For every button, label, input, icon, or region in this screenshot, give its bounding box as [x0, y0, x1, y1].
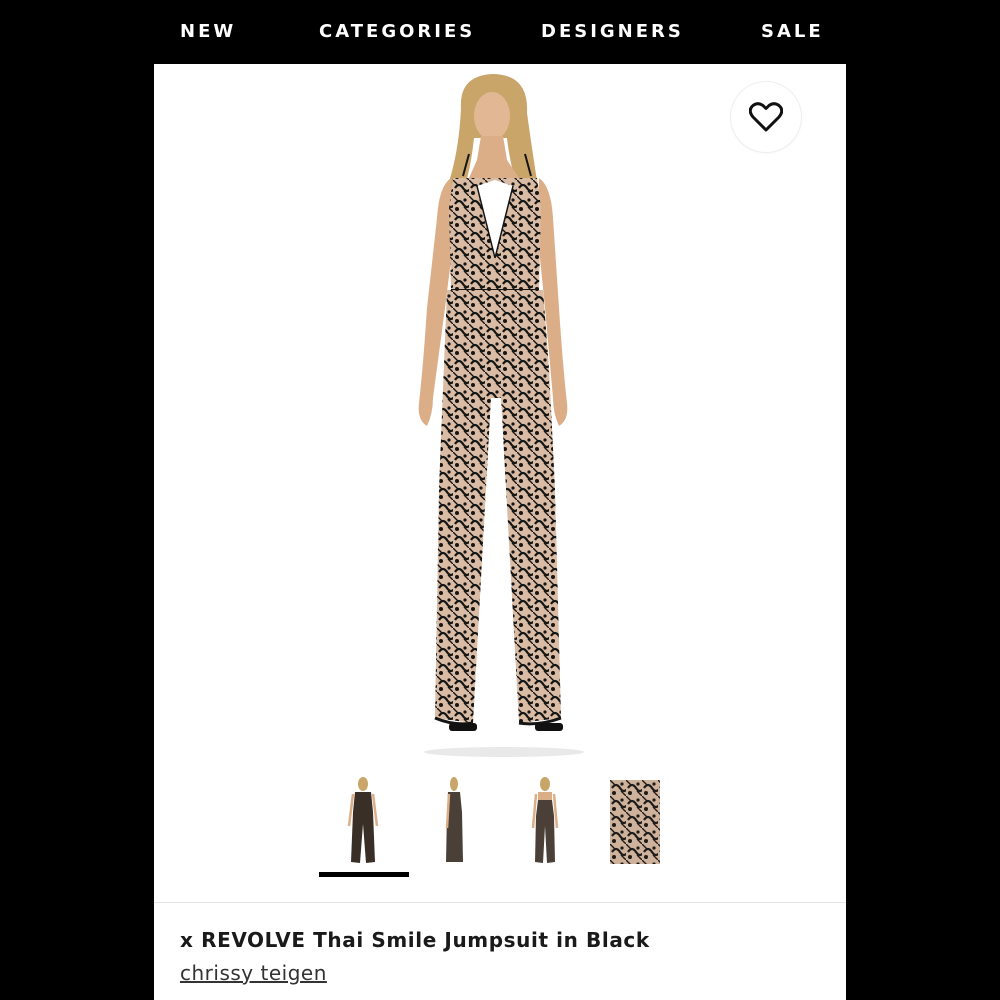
thumbnail-front[interactable] [335, 776, 391, 866]
nav-item-designers[interactable]: DESIGNERS [541, 20, 684, 44]
thumbnail-fabric-detail[interactable] [610, 780, 660, 864]
top-navigation: NEW CATEGORIES DESIGNERS SALE [154, 0, 846, 64]
product-main-image[interactable] [389, 68, 599, 758]
nav-item-categories[interactable]: CATEGORIES [319, 20, 475, 44]
active-thumbnail-indicator [319, 872, 409, 877]
heart-outline-icon [749, 102, 783, 132]
thumbnail-side[interactable] [427, 776, 483, 866]
product-page: x REVOLVE Thai Smile Jumpsuit in Black c… [154, 64, 846, 1000]
nav-item-new[interactable]: NEW [180, 20, 236, 44]
designer-link[interactable]: chrissy teigen [180, 961, 327, 985]
app-frame: NEW CATEGORIES DESIGNERS SALE x REVOLVE … [0, 0, 1000, 1000]
thumbnail-back[interactable] [517, 776, 573, 866]
product-title: x REVOLVE Thai Smile Jumpsuit in Black [180, 928, 650, 952]
wishlist-button[interactable] [731, 82, 801, 152]
section-divider [154, 902, 846, 903]
nav-item-sale[interactable]: SALE [761, 20, 824, 44]
